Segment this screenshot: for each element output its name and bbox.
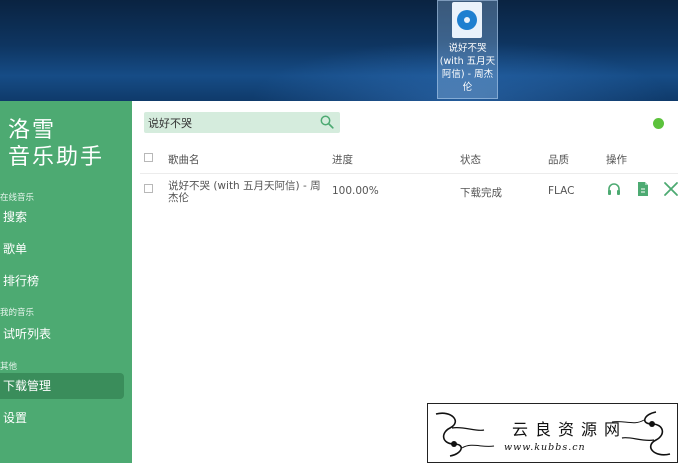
search-box	[144, 112, 340, 133]
progress-cell: 100.00%	[332, 185, 379, 197]
desktop-file-label[interactable]: 说好不哭 (with 五月天 阿信) - 周杰 伦	[439, 42, 496, 94]
desktop-file-label-line: (with 五月天	[439, 56, 496, 67]
quality-cell: FLAC	[548, 185, 575, 197]
search-icon[interactable]	[320, 115, 334, 129]
desktop-file-label-line: 阿信) - 周杰	[441, 69, 494, 80]
sidebar-item-listen-list[interactable]: 试听列表	[0, 321, 124, 347]
column-header-song-name: 歌曲名	[168, 154, 200, 166]
column-header-progress: 进度	[332, 154, 353, 166]
search-input[interactable]	[148, 114, 313, 131]
music-file-icon[interactable]	[452, 2, 482, 38]
sidebar-item-charts[interactable]: 排行榜	[0, 268, 124, 294]
sidebar-item-settings[interactable]: 设置	[0, 405, 124, 431]
row-checkbox[interactable]	[144, 184, 153, 193]
app-title: 洛雪 音乐助手	[8, 117, 104, 171]
close-icon[interactable]	[663, 181, 678, 197]
status-indicator	[653, 118, 664, 129]
section-label-other: 其他	[0, 362, 18, 372]
app-title-line: 洛雪	[8, 118, 57, 143]
ornament-right-icon	[611, 411, 671, 456]
status-cell: 下载完成	[460, 187, 502, 199]
section-label-online-music: 在线音乐	[0, 193, 35, 203]
column-header-actions: 操作	[606, 154, 627, 166]
desktop-file-label-line: 说好不哭	[448, 43, 487, 54]
sidebar-item-search[interactable]: 搜索	[0, 204, 124, 230]
column-header-quality: 品质	[548, 154, 569, 166]
song-name-cell: 说好不哭 (with 五月天阿信) - 周杰伦	[168, 180, 321, 204]
app-title-line: 音乐助手	[8, 145, 105, 170]
headphones-icon[interactable]	[606, 181, 622, 197]
watermark-url: www.kubbs.cn	[504, 442, 586, 453]
watermark: 云良资源网 www.kubbs.cn	[427, 403, 678, 463]
column-header-status: 状态	[460, 154, 481, 166]
sidebar: 洛雪 音乐助手 在线音乐 搜索 歌单 排行榜 我的音乐 试听列表 其他 下载管理…	[0, 101, 132, 463]
desktop-background: 说好不哭 (with 五月天 阿信) - 周杰 伦	[0, 0, 678, 101]
desktop-file-label-line: 伦	[462, 82, 473, 93]
file-icon[interactable]	[635, 181, 651, 197]
sidebar-item-playlists[interactable]: 歌单	[0, 236, 124, 262]
ornament-left-icon	[435, 412, 495, 457]
sidebar-item-download-manager[interactable]: 下载管理	[0, 373, 124, 399]
header-divider	[140, 173, 678, 174]
select-all-checkbox[interactable]	[144, 153, 153, 162]
section-label-my-music: 我的音乐	[0, 308, 35, 318]
